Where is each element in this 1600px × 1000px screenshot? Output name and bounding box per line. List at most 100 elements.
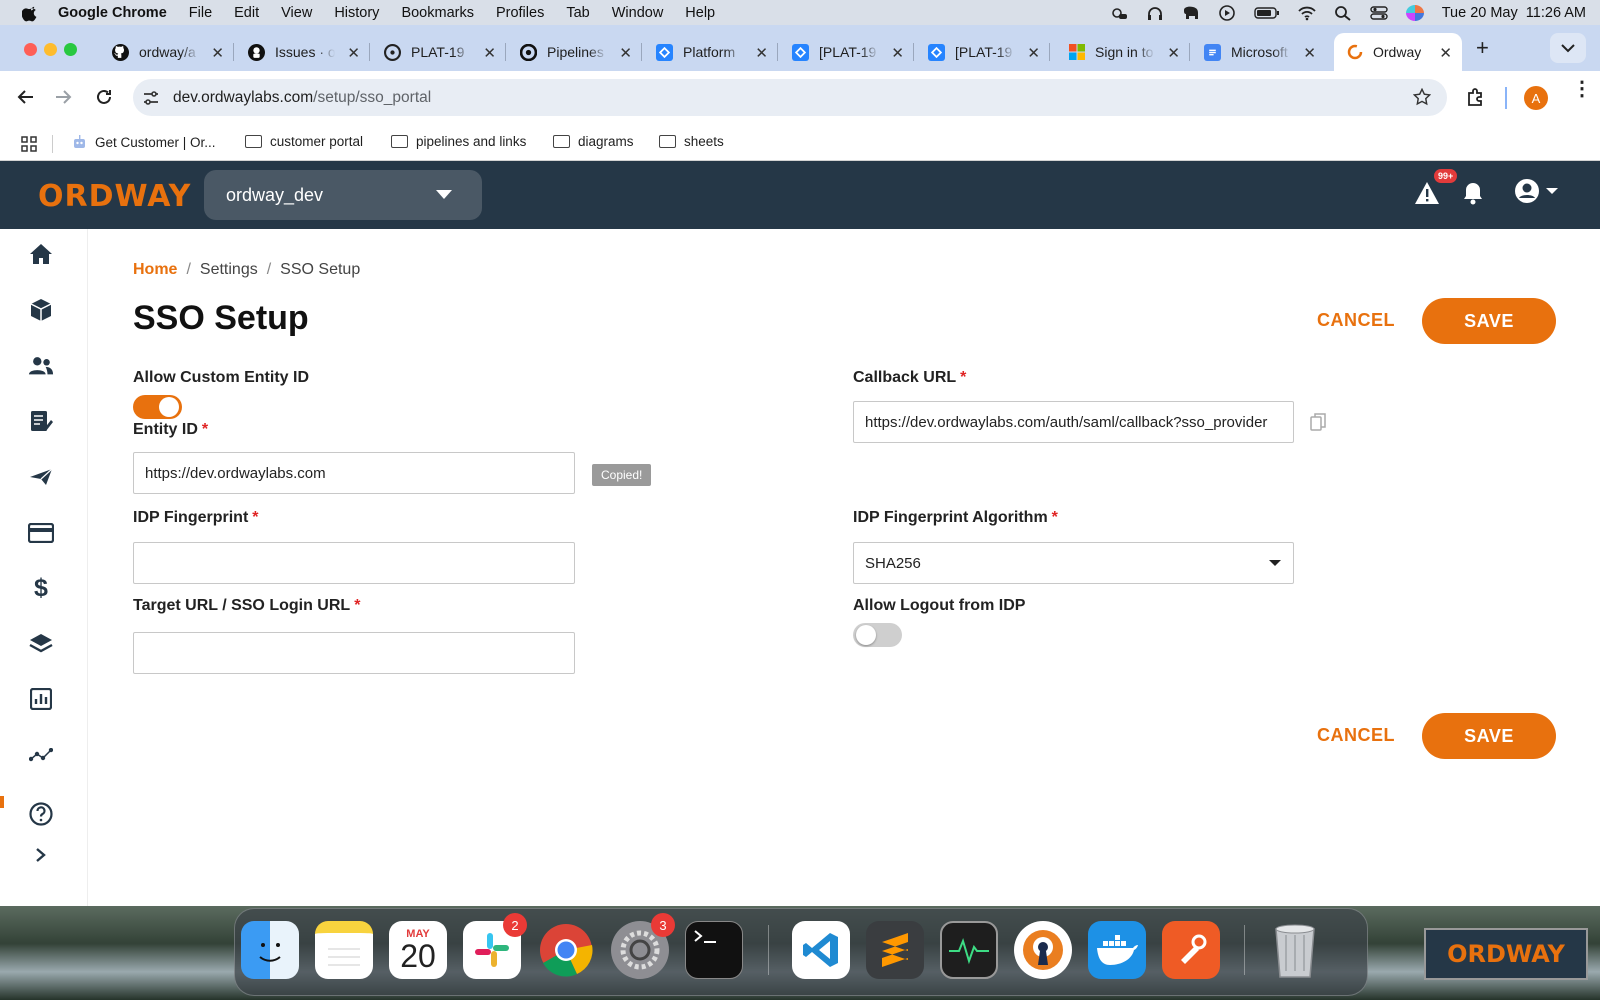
close-tab-icon[interactable]: ✕ [347, 44, 360, 62]
tab-platform[interactable]: Platform ✕ [644, 33, 778, 71]
menu-view[interactable]: View [281, 5, 312, 21]
menu-tab[interactable]: Tab [566, 5, 589, 21]
tab-ordway-api[interactable]: ordway/a ✕ [100, 33, 234, 71]
dock-sublime[interactable] [866, 921, 924, 979]
weather-icon[interactable] [1110, 5, 1128, 21]
close-window-button[interactable] [24, 43, 37, 56]
user-menu[interactable] [1514, 178, 1558, 204]
dock-calendar[interactable]: MAY 20 [389, 921, 447, 979]
layers-icon[interactable] [28, 631, 54, 657]
dollar-icon[interactable]: $ [28, 574, 54, 602]
close-tab-icon[interactable]: ✕ [755, 44, 768, 62]
breadcrumb-home[interactable]: Home [133, 261, 177, 278]
expand-sidebar-icon[interactable] [28, 842, 54, 868]
dock-postman[interactable] [1162, 921, 1220, 979]
menubar-clock[interactable]: Tue 20 May 11:26 AM [1442, 5, 1586, 21]
bookmark-pipelines-and-links[interactable]: pipelines and links [391, 134, 526, 149]
reports-chart-icon[interactable] [28, 686, 54, 712]
screenshot-thumbnail[interactable]: ORDWAY [1424, 928, 1588, 980]
help-icon[interactable] [28, 801, 54, 827]
tab-plat-ticket-2[interactable]: [PLAT-19 ✕ [916, 33, 1050, 71]
apple-icon[interactable] [22, 4, 40, 22]
headphones-icon[interactable] [1146, 5, 1164, 21]
bookmark-star-icon[interactable] [1413, 88, 1431, 106]
menu-app-name[interactable]: Google Chrome [58, 5, 167, 21]
copy-icon[interactable] [1310, 413, 1326, 431]
dock-finder[interactable] [241, 921, 299, 979]
bookmark-get-customer[interactable]: Get Customer | Or... [72, 134, 216, 150]
tab-pipelines[interactable]: Pipelines ✕ [508, 33, 642, 71]
dock-slack[interactable]: 2 [463, 913, 527, 979]
tab-microsoft[interactable]: Microsoft ✕ [1192, 33, 1326, 71]
close-tab-icon[interactable]: ✕ [1303, 44, 1316, 62]
wifi-icon[interactable] [1298, 5, 1316, 21]
back-icon[interactable] [16, 89, 34, 105]
customers-icon[interactable] [28, 353, 54, 379]
apps-grid-icon[interactable] [21, 136, 37, 152]
tab-search-button[interactable] [1550, 33, 1586, 63]
dock-vscode[interactable] [792, 921, 850, 979]
dock-docker[interactable] [1088, 921, 1146, 979]
save-button-top[interactable]: SAVE [1422, 298, 1556, 344]
menu-window[interactable]: Window [612, 5, 664, 21]
elephant-icon[interactable] [1182, 5, 1200, 21]
dock-terminal[interactable] [685, 921, 743, 979]
site-settings-icon[interactable] [142, 90, 160, 106]
entity-id-input[interactable] [133, 452, 575, 494]
extensions-icon[interactable] [1466, 87, 1486, 107]
close-tab-icon[interactable]: ✕ [483, 44, 496, 62]
forward-icon[interactable] [55, 89, 73, 105]
tab-sign-in[interactable]: Sign in to ✕ [1056, 33, 1190, 71]
allow-logout-toggle[interactable] [853, 623, 902, 647]
menu-help[interactable]: Help [685, 5, 715, 21]
tab-plat-ticket-1[interactable]: [PLAT-19 ✕ [780, 33, 914, 71]
idp-algorithm-select[interactable]: SHA256 [853, 542, 1294, 584]
target-url-input[interactable] [133, 632, 575, 674]
dock-trash[interactable] [1266, 921, 1324, 979]
home-icon[interactable] [28, 241, 54, 267]
send-icon[interactable] [28, 464, 54, 490]
tab-issues[interactable]: Issues · o ✕ [236, 33, 370, 71]
menu-edit[interactable]: Edit [234, 5, 259, 21]
reload-icon[interactable] [95, 88, 113, 106]
allow-custom-entity-id-toggle[interactable] [133, 395, 182, 419]
menu-bookmarks[interactable]: Bookmarks [401, 5, 474, 21]
products-box-icon[interactable] [28, 297, 54, 323]
bookmark-customer-portal[interactable]: customer portal [245, 134, 363, 149]
address-bar[interactable]: dev.ordwaylabs.com/setup/sso_portal [133, 79, 1447, 116]
payments-card-icon[interactable] [28, 520, 54, 546]
dock-openvpn[interactable] [1014, 921, 1072, 979]
dock-notes[interactable] [315, 921, 373, 979]
analytics-scatter-icon[interactable] [28, 742, 54, 768]
cancel-button-top[interactable]: CANCEL [1308, 300, 1404, 340]
contracts-icon[interactable] [28, 408, 54, 434]
chrome-menu-icon[interactable]: ⋮ [1572, 79, 1592, 99]
tab-plat-pr[interactable]: PLAT-19 ✕ [372, 33, 506, 71]
play-icon[interactable] [1218, 4, 1236, 21]
spotlight-search-icon[interactable] [1334, 5, 1352, 21]
tab-ordway[interactable]: Ordway ✕ [1334, 33, 1462, 71]
tenant-selector[interactable]: ordway_dev [204, 170, 482, 220]
breadcrumb-settings[interactable]: Settings [200, 261, 258, 278]
save-button-bottom[interactable]: SAVE [1422, 713, 1556, 759]
ordway-logo[interactable]: ORDWAY [38, 179, 191, 214]
bookmark-diagrams[interactable]: diagrams [553, 134, 634, 149]
new-tab-icon[interactable]: + [1476, 35, 1489, 61]
menu-file[interactable]: File [189, 5, 212, 21]
cancel-button-bottom[interactable]: CANCEL [1308, 715, 1404, 755]
dock-activity-monitor[interactable] [940, 921, 998, 979]
menu-profiles[interactable]: Profiles [496, 5, 544, 21]
close-tab-icon[interactable]: ✕ [1167, 44, 1180, 62]
dock-chrome[interactable] [537, 921, 595, 979]
close-tab-icon[interactable]: ✕ [891, 44, 904, 62]
dock-system-settings[interactable]: 3 [611, 913, 675, 979]
idp-fingerprint-input[interactable] [133, 542, 575, 584]
menu-history[interactable]: History [334, 5, 379, 21]
siri-icon[interactable] [1405, 4, 1424, 21]
control-center-icon[interactable] [1370, 5, 1388, 21]
close-tab-icon[interactable]: ✕ [1027, 44, 1040, 62]
profile-avatar[interactable]: A [1524, 86, 1548, 110]
bookmark-sheets[interactable]: sheets [659, 134, 724, 149]
close-tab-icon[interactable]: ✕ [1439, 44, 1452, 62]
close-tab-icon[interactable]: ✕ [211, 44, 224, 62]
